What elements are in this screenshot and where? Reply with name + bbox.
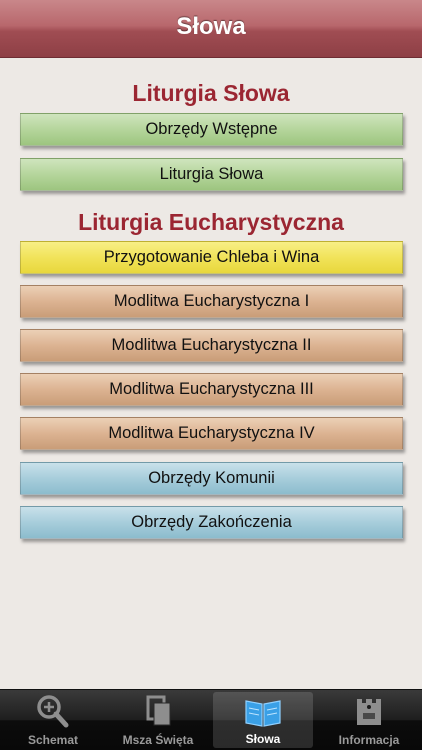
menu-item-modlitwa-eucharystyczna-2[interactable]: Modlitwa Eucharystyczna II xyxy=(20,329,403,362)
menu-item-przygotowanie-chleba-i-wina[interactable]: Przygotowanie Chleba i Wina xyxy=(20,241,403,274)
section-title-liturgia-slowa: Liturgia Słowa xyxy=(132,80,290,106)
menu-item-modlitwa-eucharystyczna-1[interactable]: Modlitwa Eucharystyczna I xyxy=(20,285,403,318)
castle-icon xyxy=(349,693,389,734)
page-title: Słowa xyxy=(176,13,246,40)
tab-label-slowa: Słowa xyxy=(245,732,281,746)
tab-label-schemat: Schemat xyxy=(27,733,79,747)
menu-item-obrzedy-wstepne[interactable]: Obrzędy Wstępne xyxy=(20,113,403,146)
content-area: Liturgia Słowa Obrzędy Wstępne Liturgia … xyxy=(0,58,422,689)
navigation-bar: Słowa xyxy=(0,0,422,58)
pages-icon xyxy=(138,693,178,734)
tab-bar: Schemat Msza Święta Słowa Informacja xyxy=(0,689,422,750)
menu-item-obrzedy-zakonczenia[interactable]: Obrzędy Zakończenia xyxy=(20,506,403,539)
section-title-liturgia-eucharystyczna: Liturgia Eucharystyczna xyxy=(78,209,344,235)
menu-item-modlitwa-eucharystyczna-3[interactable]: Modlitwa Eucharystyczna III xyxy=(20,373,403,406)
menu-item-modlitwa-eucharystyczna-4[interactable]: Modlitwa Eucharystyczna IV xyxy=(20,417,403,450)
magnifier-plus-icon xyxy=(33,693,73,734)
tab-label-informacja: Informacja xyxy=(338,733,400,747)
tab-informacja[interactable]: Informacja xyxy=(319,690,419,750)
tab-label-msza-swieta: Msza Święta xyxy=(122,733,194,747)
tab-schemat[interactable]: Schemat xyxy=(3,690,103,750)
tab-slowa[interactable]: Słowa xyxy=(213,692,313,748)
menu-item-obrzedy-komunii[interactable]: Obrzędy Komunii xyxy=(20,462,403,495)
tab-msza-swieta[interactable]: Msza Święta xyxy=(108,690,208,750)
book-icon xyxy=(242,695,284,734)
menu-item-liturgia-slowa[interactable]: Liturgia Słowa xyxy=(20,158,403,191)
